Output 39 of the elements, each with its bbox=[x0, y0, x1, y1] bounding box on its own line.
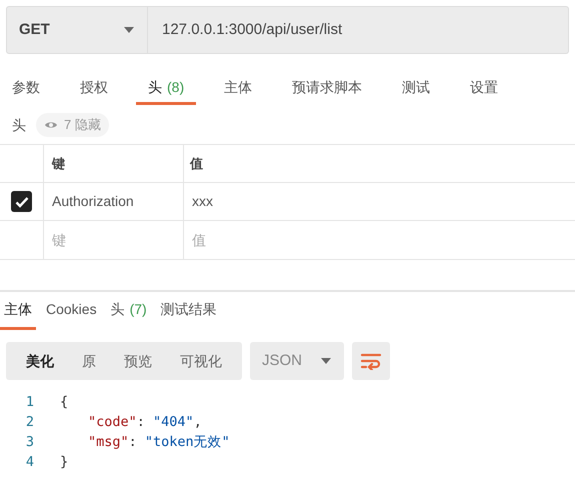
wrap-icon bbox=[360, 352, 382, 370]
value-field[interactable]: 值 bbox=[184, 221, 575, 259]
tab[interactable]: 主体 bbox=[0, 292, 36, 330]
code-line: "msg": "token无效" bbox=[87, 432, 230, 452]
tab[interactable]: 头 (7) bbox=[106, 292, 151, 330]
column-header: 值 bbox=[190, 154, 203, 173]
tab[interactable]: 预请求脚本 bbox=[280, 72, 374, 105]
key-field[interactable]: 键 bbox=[44, 221, 184, 259]
tab[interactable]: 参数 bbox=[0, 72, 52, 105]
line-number: 2 bbox=[24, 412, 35, 432]
line-number: 4 bbox=[24, 452, 35, 472]
caret-icon bbox=[123, 26, 135, 34]
section-title: 头 bbox=[12, 116, 26, 134]
code-line: "code": "404", bbox=[87, 412, 202, 432]
wrap-lines-button[interactable] bbox=[352, 342, 390, 380]
line-number: 3 bbox=[24, 432, 35, 452]
code-line: { bbox=[59, 392, 68, 412]
tab[interactable]: Cookies bbox=[42, 292, 101, 330]
line-number: 1 bbox=[24, 392, 35, 412]
column-header: 键 bbox=[52, 154, 65, 173]
view-mode-tab[interactable]: 预览 bbox=[110, 342, 166, 380]
tab[interactable]: 头 (8) bbox=[136, 72, 196, 105]
tab[interactable]: 授权 bbox=[68, 72, 120, 105]
tab[interactable]: 设置 bbox=[458, 72, 510, 105]
caret-icon bbox=[320, 357, 332, 365]
eye-icon bbox=[44, 120, 58, 130]
tab[interactable]: 测试结果 bbox=[156, 292, 221, 330]
table-cell-text: xxx bbox=[192, 192, 213, 211]
code-line: } bbox=[59, 452, 68, 472]
table-cell-text: Authorization bbox=[52, 192, 134, 211]
tab[interactable]: 主体 bbox=[212, 72, 264, 105]
view-mode-tab[interactable]: 可视化 bbox=[166, 342, 236, 380]
tab[interactable]: 测试 bbox=[390, 72, 442, 105]
method-dropdown[interactable]: GET bbox=[6, 6, 148, 54]
checkbox[interactable] bbox=[11, 191, 32, 212]
check-icon bbox=[14, 196, 28, 208]
view-mode-tab[interactable]: 美化 bbox=[12, 342, 68, 380]
url-field[interactable]: 127.0.0.1:3000/api/user/list bbox=[148, 6, 569, 54]
view-mode-tab[interactable]: 原 bbox=[68, 342, 110, 380]
